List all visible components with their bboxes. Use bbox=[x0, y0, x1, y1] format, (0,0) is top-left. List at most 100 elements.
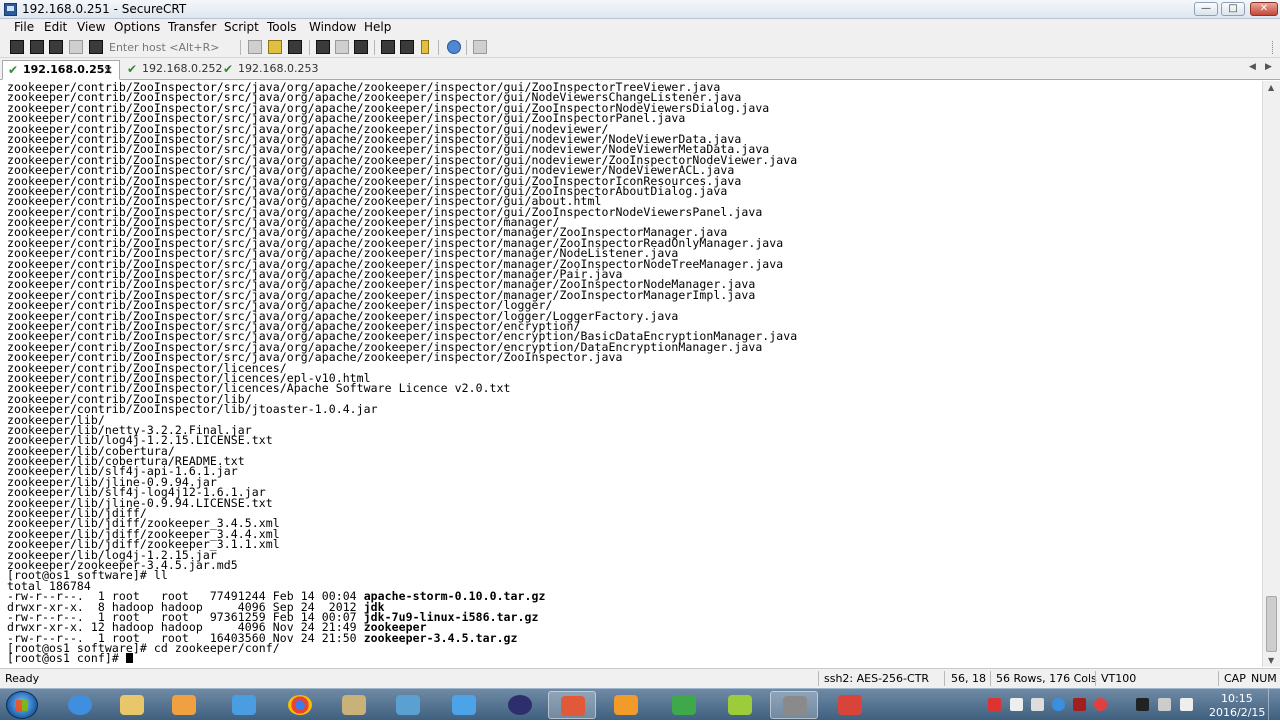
global-options-icon[interactable] bbox=[400, 40, 414, 54]
tab-close-icon[interactable]: × bbox=[103, 61, 113, 79]
sftp-icon[interactable] bbox=[473, 40, 487, 54]
tab-scroll-left-icon[interactable]: ◀ bbox=[1249, 62, 1256, 72]
connect-icon[interactable] bbox=[10, 40, 24, 54]
disconnect-icon[interactable] bbox=[89, 40, 103, 54]
clock-date[interactable]: 2016/2/15 bbox=[1209, 706, 1265, 719]
shell-prompt: [root@os1 conf]# bbox=[7, 651, 126, 666]
start-button[interactable] bbox=[6, 691, 38, 719]
toolbar-grip[interactable] bbox=[1272, 41, 1278, 54]
folder-icon bbox=[120, 695, 144, 715]
taskbar-app-red[interactable] bbox=[826, 691, 874, 719]
menu-view[interactable]: View bbox=[77, 20, 105, 34]
clock-time[interactable]: 10:15 bbox=[1221, 692, 1253, 705]
taskbar-app-green[interactable] bbox=[660, 691, 708, 719]
quick-connect-input[interactable] bbox=[107, 39, 235, 55]
menu-file[interactable]: File bbox=[14, 20, 34, 34]
ie-icon bbox=[68, 695, 92, 715]
show-desktop-button[interactable] bbox=[1268, 689, 1280, 721]
menu-edit[interactable]: Edit bbox=[44, 20, 67, 34]
tab-scroll-right-icon[interactable]: ▶ bbox=[1265, 62, 1272, 72]
menu-script[interactable]: Script bbox=[224, 20, 259, 34]
terminal-line: zookeeper/contrib/ZooInspector/lib/jtoas… bbox=[7, 402, 378, 417]
quick-connect-icon[interactable] bbox=[30, 40, 44, 54]
window-title: 192.168.0.251 - SecureCRT bbox=[22, 2, 187, 16]
terminal-line: [root@os1 conf]# bbox=[7, 651, 797, 666]
scroll-up-icon[interactable]: ▲ bbox=[1268, 83, 1274, 92]
minimize-button[interactable]: — bbox=[1194, 2, 1218, 16]
pen-app-icon bbox=[452, 695, 476, 715]
print-selection-icon[interactable] bbox=[335, 40, 349, 54]
paste-icon[interactable] bbox=[268, 40, 282, 54]
toolbar-separator bbox=[438, 40, 439, 55]
reconnect-icon[interactable] bbox=[69, 40, 83, 54]
taskbar-app-m[interactable] bbox=[716, 691, 764, 719]
tab-label: 192.168.0.252 bbox=[142, 62, 223, 75]
tab-192-168-0-253[interactable]: ✔ 192.168.0.253 bbox=[218, 60, 318, 80]
taskbar-explorer[interactable] bbox=[108, 691, 156, 719]
status-divider bbox=[1095, 671, 1096, 686]
print-icon[interactable] bbox=[316, 40, 330, 54]
menu-transfer[interactable]: Transfer bbox=[168, 20, 216, 34]
terminal-cursor bbox=[125, 653, 133, 664]
menu-tools[interactable]: Tools bbox=[267, 20, 297, 34]
copy-icon[interactable] bbox=[248, 40, 262, 54]
tray-icon[interactable] bbox=[1136, 698, 1149, 711]
toolbar bbox=[0, 37, 1280, 58]
connected-check-icon: ✔ bbox=[223, 62, 234, 76]
status-encryption: ssh2: AES-256-CTR bbox=[824, 672, 930, 685]
status-num: NUM bbox=[1251, 672, 1277, 685]
help-icon[interactable] bbox=[447, 40, 461, 54]
tray-icon[interactable] bbox=[1094, 698, 1107, 711]
m-app-icon bbox=[728, 695, 752, 715]
network-tray-icon[interactable] bbox=[1158, 698, 1171, 711]
session-tab-bar: ✔ 192.168.0.251 × ✔ 192.168.0.252 ✔ 192.… bbox=[0, 58, 1280, 80]
print-setup-icon[interactable] bbox=[354, 40, 368, 54]
taskbar-app-blue[interactable] bbox=[220, 691, 268, 719]
tray-icon[interactable] bbox=[1052, 698, 1065, 711]
connect-in-tab-icon[interactable] bbox=[49, 40, 63, 54]
close-button[interactable]: ✕ bbox=[1250, 2, 1278, 16]
status-bar: Ready ssh2: AES-256-CTR 56, 18 56 Rows, … bbox=[0, 668, 1280, 688]
status-divider bbox=[944, 671, 945, 686]
maximize-button[interactable]: □ bbox=[1221, 2, 1245, 16]
taskbar-app-tools[interactable] bbox=[330, 691, 378, 719]
toolbox-icon bbox=[342, 695, 366, 715]
tab-192-168-0-251[interactable]: ✔ 192.168.0.251 × bbox=[2, 60, 120, 80]
taskbar-eclipse[interactable] bbox=[496, 691, 544, 719]
taskbar-securecrt[interactable] bbox=[770, 691, 818, 719]
terminal-line: [root@os1 software]# ll bbox=[7, 568, 168, 583]
tray-icon[interactable] bbox=[1073, 698, 1086, 711]
taskbar-app-orange[interactable] bbox=[602, 691, 650, 719]
taskbar-app-active[interactable] bbox=[548, 691, 596, 719]
find-icon[interactable] bbox=[288, 40, 302, 54]
taskbar-app-pen[interactable] bbox=[440, 691, 488, 719]
tray-icon[interactable] bbox=[1031, 698, 1044, 711]
scroll-down-icon[interactable]: ▼ bbox=[1268, 656, 1274, 665]
remote-desktop-icon bbox=[396, 695, 420, 715]
taskbar-app-network[interactable] bbox=[384, 691, 432, 719]
terminal-scrollbar[interactable]: ▲ ▼ bbox=[1262, 81, 1280, 667]
menu-options[interactable]: Options bbox=[114, 20, 160, 34]
taskbar-ie[interactable] bbox=[56, 691, 104, 719]
connected-check-icon: ✔ bbox=[127, 62, 138, 76]
securecrt-app-icon[interactable] bbox=[4, 3, 17, 16]
keymap-icon[interactable] bbox=[421, 40, 429, 54]
menu-window[interactable]: Window bbox=[309, 20, 356, 34]
network-app-icon bbox=[232, 695, 256, 715]
taskbar-media-player[interactable] bbox=[160, 691, 208, 719]
scrollbar-thumb[interactable] bbox=[1266, 596, 1277, 652]
tray-icon[interactable] bbox=[1010, 698, 1023, 711]
toolbar-separator bbox=[309, 40, 310, 55]
media-player-icon bbox=[172, 695, 196, 715]
tab-192-168-0-252[interactable]: ✔ 192.168.0.252 bbox=[122, 60, 222, 80]
status-divider bbox=[1218, 671, 1219, 686]
session-options-icon[interactable] bbox=[381, 40, 395, 54]
tray-icon[interactable] bbox=[988, 698, 1001, 711]
terminal-view[interactable]: zookeeper/contrib/ZooInspector/src/java/… bbox=[0, 81, 1262, 667]
listing-filename: apache-storm-0.10.0.tar.gz bbox=[363, 589, 546, 604]
volume-tray-icon[interactable] bbox=[1180, 698, 1193, 711]
menu-help[interactable]: Help bbox=[364, 20, 391, 34]
taskbar-chrome[interactable] bbox=[276, 691, 324, 719]
eclipse-icon bbox=[508, 695, 532, 715]
tab-label: 192.168.0.253 bbox=[238, 62, 319, 75]
